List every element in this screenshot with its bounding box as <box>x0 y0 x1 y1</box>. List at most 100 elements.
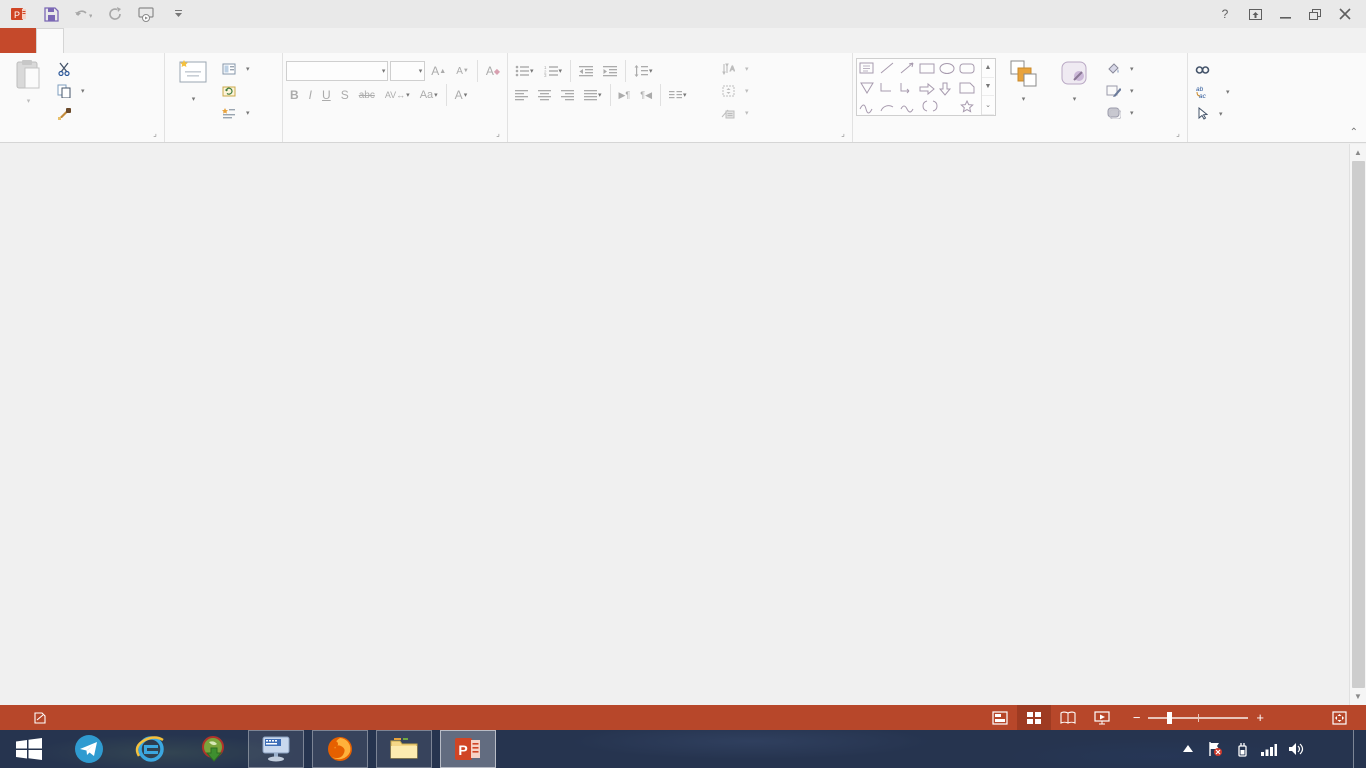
replace-button[interactable]: abac ▾ <box>1191 81 1233 102</box>
justify-button[interactable]: ▾ <box>580 84 606 106</box>
line-spacing-button[interactable]: ▾ <box>630 60 657 82</box>
save-button[interactable] <box>40 4 62 24</box>
align-right-button[interactable] <box>557 84 578 106</box>
restore-button[interactable] <box>1300 3 1330 25</box>
normal-view-button[interactable] <box>983 705 1017 730</box>
format-painter-button[interactable] <box>53 102 88 123</box>
taskbar-item-on-screen-keyboard[interactable] <box>248 730 304 768</box>
tab-nitro-pro[interactable] <box>246 28 272 53</box>
paragraph-dialog-launcher[interactable]: ⌟ <box>838 129 848 139</box>
show-desktop-button[interactable] <box>1353 730 1360 768</box>
customize-qat-button[interactable] <box>168 4 190 24</box>
strikethrough-button[interactable]: abc <box>355 84 379 106</box>
copy-button[interactable]: ▾ <box>53 80 88 101</box>
convert-to-smartart-button[interactable]: ▾ <box>717 102 752 123</box>
volume-icon[interactable] <box>1288 741 1304 757</box>
ribbon-display-options-button[interactable] <box>1240 3 1270 25</box>
ltr-text-button[interactable]: ▶¶ <box>615 84 635 106</box>
italic-button[interactable]: I <box>305 84 316 106</box>
rtl-text-button[interactable]: ¶◀ <box>636 84 656 106</box>
shape-fill-button[interactable]: ▾ <box>1102 58 1137 79</box>
align-center-button[interactable] <box>534 84 555 106</box>
tab-view[interactable] <box>220 28 246 53</box>
zoom-in-button[interactable]: + <box>1256 710 1264 725</box>
tab-design[interactable] <box>90 28 116 53</box>
paste-button[interactable]: ▾ <box>3 55 53 106</box>
select-button[interactable]: ▾ <box>1191 103 1233 124</box>
taskbar-item-telegram[interactable] <box>58 730 120 768</box>
help-button[interactable]: ? <box>1210 3 1240 25</box>
network-icon[interactable] <box>1261 741 1277 757</box>
start-from-beginning-button[interactable] <box>136 4 158 24</box>
taskbar-item-firefox[interactable] <box>312 730 368 768</box>
shape-gallery[interactable]: ▲▼⌄ <box>856 58 996 116</box>
quick-styles-button[interactable]: ▾ <box>1050 55 1098 104</box>
shape-gallery-scroll[interactable]: ▲▼⌄ <box>981 59 994 115</box>
cut-button[interactable] <box>53 58 88 79</box>
minimize-button[interactable] <box>1270 3 1300 25</box>
tab-transitions[interactable] <box>116 28 142 53</box>
numbering-button[interactable]: 123▾ <box>540 60 567 82</box>
vertical-scrollbar[interactable]: ▲ ▼ <box>1349 144 1366 705</box>
reading-view-button[interactable] <box>1051 705 1085 730</box>
zoom-slider-thumb[interactable] <box>1167 712 1172 724</box>
arrange-button[interactable]: ▾ <box>996 55 1050 104</box>
shape-effects-button[interactable]: ▾ <box>1102 102 1137 123</box>
tab-review[interactable] <box>194 28 220 53</box>
tab-insert[interactable] <box>64 28 90 53</box>
action-center-icon[interactable] <box>1207 741 1223 757</box>
tab-slide-show[interactable] <box>168 28 194 53</box>
clipboard-dialog-launcher[interactable]: ⌟ <box>150 129 160 139</box>
slide-sorter-view-button[interactable] <box>1017 705 1051 730</box>
scrollbar-thumb[interactable] <box>1352 161 1365 688</box>
shape-outline-button[interactable]: ▾ <box>1102 80 1137 101</box>
align-left-button[interactable] <box>511 84 532 106</box>
increase-font-size-button[interactable]: A▲ <box>427 60 450 82</box>
taskbar-item-file-explorer[interactable] <box>376 730 432 768</box>
section-button[interactable]: ▾ <box>218 102 253 123</box>
tab-file[interactable] <box>0 28 36 53</box>
new-slide-button[interactable]: ▾ <box>168 55 218 104</box>
layout-button[interactable]: ▾ <box>218 58 253 79</box>
taskbar-item-powerpoint[interactable]: P <box>440 730 496 768</box>
text-direction-button[interactable]: A ▾ <box>717 58 752 79</box>
scroll-down-arrow[interactable]: ▼ <box>1350 688 1366 705</box>
text-shadow-button[interactable]: S <box>337 84 353 106</box>
character-spacing-button[interactable]: AV↔▾ <box>381 84 414 106</box>
undo-button[interactable]: ▾ <box>72 4 94 24</box>
tab-animations[interactable] <box>142 28 168 53</box>
font-name-combo[interactable]: ▾ <box>286 61 388 81</box>
bullets-button[interactable]: ▾ <box>511 60 538 82</box>
decrease-indent-button[interactable] <box>575 60 597 82</box>
zoom-out-button[interactable]: − <box>1133 710 1141 725</box>
slide-show-button[interactable] <box>1085 705 1119 730</box>
columns-button[interactable]: ▾ <box>665 84 691 106</box>
reset-button[interactable] <box>218 80 253 101</box>
font-color-button[interactable]: A▾ <box>451 84 472 106</box>
start-button[interactable] <box>0 730 58 768</box>
decrease-font-size-button[interactable]: A▼ <box>452 60 473 82</box>
underline-button[interactable]: U <box>318 84 335 106</box>
close-button[interactable] <box>1330 3 1360 25</box>
font-dialog-launcher[interactable]: ⌟ <box>493 129 503 139</box>
find-button[interactable] <box>1191 59 1233 80</box>
spell-check-icon[interactable] <box>32 710 48 726</box>
font-size-combo[interactable]: ▾ <box>390 61 425 81</box>
taskbar-item-idm[interactable] <box>182 730 244 768</box>
scroll-up-arrow[interactable]: ▲ <box>1350 144 1366 161</box>
slide-sorter-pane[interactable] <box>0 144 1366 705</box>
collapse-ribbon-button[interactable]: ⌃ <box>1350 127 1358 138</box>
bold-button[interactable]: B <box>286 84 303 106</box>
fit-slide-to-window-button[interactable] <box>1322 705 1356 730</box>
power-icon[interactable] <box>1234 741 1250 757</box>
hidden-icons-button[interactable] <box>1180 741 1196 757</box>
taskbar-item-internet-explorer[interactable] <box>120 730 182 768</box>
tab-home[interactable] <box>36 28 64 53</box>
change-case-button[interactable]: Aa▾ <box>416 84 442 106</box>
align-text-button[interactable]: ▾ <box>717 80 752 101</box>
repeat-button[interactable] <box>104 4 126 24</box>
increase-indent-button[interactable] <box>599 60 621 82</box>
clear-formatting-button[interactable]: A◆ <box>482 60 504 82</box>
zoom-slider[interactable] <box>1148 717 1248 719</box>
drawing-dialog-launcher[interactable]: ⌟ <box>1173 129 1183 139</box>
